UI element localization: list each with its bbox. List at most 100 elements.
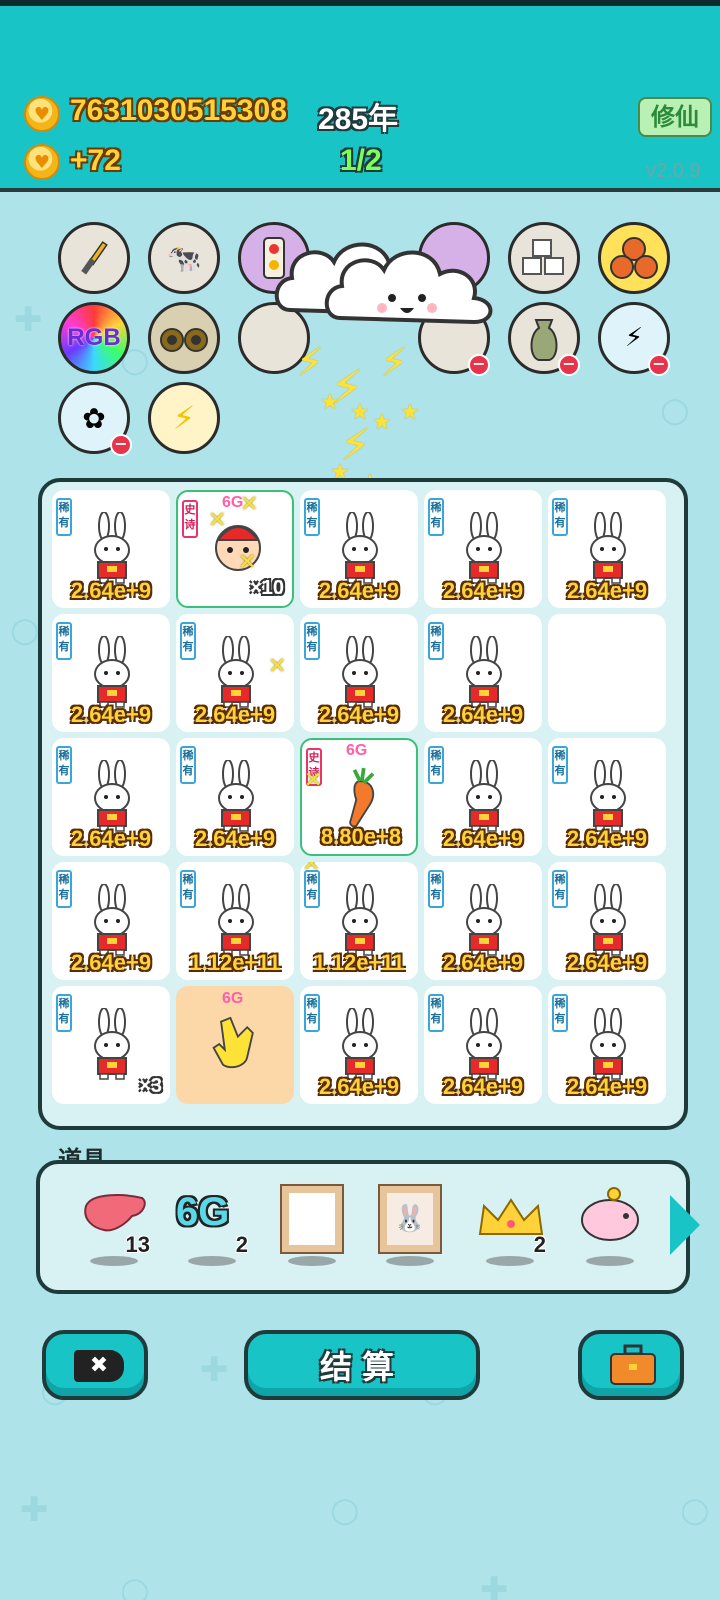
6g-icon: 6G: [176, 1190, 230, 1234]
bunny-icon: [210, 635, 262, 708]
stage-progress: 1/2: [340, 144, 382, 177]
bunny-icon: [334, 511, 386, 584]
bunny-cell[interactable]: 稀有 2.64e+9: [548, 986, 666, 1104]
bunny-cell[interactable]: 稀有 1.12e+11: [176, 862, 294, 980]
bunny-icon: [86, 635, 138, 708]
settle-button[interactable]: 结算: [244, 1330, 480, 1400]
income-coin-icon: ♥: [24, 144, 60, 180]
cell-value: 8.80e+8: [320, 824, 402, 849]
piggy-bank-item[interactable]: [566, 1178, 656, 1278]
item-shadow: [288, 1256, 336, 1266]
bunny-cell[interactable]: 稀有 2.64e+9: [52, 862, 170, 980]
tap-hand-cell[interactable]: 6G: [176, 986, 294, 1104]
bunny-icon: [86, 511, 138, 584]
basketballs-relic[interactable]: [598, 222, 670, 294]
discard-button[interactable]: ✖: [42, 1330, 148, 1400]
bunny-cell[interactable]: 稀有 2.64e+9: [52, 490, 170, 608]
cell-value: 1.12e+11: [313, 950, 405, 975]
cell-value: 2.64e+9: [318, 702, 400, 727]
cell-value: 2.64e+9: [194, 702, 276, 727]
remove-relic-button[interactable]: −: [558, 354, 580, 376]
flower-icon: ✿: [82, 401, 106, 435]
sugar-cubes-relic[interactable]: [508, 222, 580, 294]
binoculars-relic[interactable]: [148, 302, 220, 374]
bunny-cell[interactable]: 稀有 2.64e+9: [424, 986, 542, 1104]
bunny-cell[interactable]: 稀有 2.64e+9: [300, 614, 418, 732]
close-icon: ✖: [74, 1350, 124, 1382]
cell-value: 1.12e+11: [189, 950, 281, 975]
bunny-cell[interactable]: 稀有 2.64e+9: [176, 738, 294, 856]
bunny-cell[interactable]: 稀有 2.64e+9: [52, 738, 170, 856]
pointing-hand-icon: [212, 1016, 254, 1069]
6g-badge: 6G: [222, 990, 244, 1007]
settle-label: 结算: [319, 1348, 404, 1386]
rarity-tag: 稀有: [552, 746, 568, 784]
boy-epic-cell[interactable]: 史诗 ✕ ✕ ✕ 6G ×10: [176, 490, 294, 608]
poster-item[interactable]: 🐰: [366, 1178, 456, 1278]
top-bar: ♥ 7631030515308 285年 ♥ +72 1/2 修仙 v2.0.9: [0, 0, 720, 192]
rarity-tag: 稀有: [428, 622, 444, 660]
income-rate: +72: [70, 144, 121, 177]
bunny-cell[interactable]: 稀有 2.64e+9: [424, 614, 542, 732]
cell-value: 2.64e+9: [70, 950, 152, 975]
cell-value: 2.64e+9: [566, 578, 648, 603]
backpack-button[interactable]: [578, 1330, 684, 1400]
bunny-icon: [582, 883, 634, 956]
bunny-cell[interactable]: 稀有 2.64e+9: [300, 490, 418, 608]
bunny-cell[interactable]: 稀有 2.64e+9: [424, 490, 542, 608]
6g-item[interactable]: 6G 2: [168, 1178, 258, 1278]
rarity-tag: 稀有: [180, 622, 196, 660]
rarity-tag: 稀有: [428, 498, 444, 536]
remove-relic-button[interactable]: −: [468, 354, 490, 376]
rgb-relic[interactable]: RGB: [58, 302, 130, 374]
cell-value: 2.64e+9: [442, 1074, 524, 1099]
cow-icon: 🐄: [166, 241, 202, 275]
remove-relic-button[interactable]: −: [110, 434, 132, 456]
screwdriver-relic[interactable]: [58, 222, 130, 294]
bunny-cell[interactable]: 稀有 2.64e+9: [52, 614, 170, 732]
carrot-epic-cell[interactable]: 史诗 6G ✕ 8.80e+8: [300, 738, 418, 856]
coin-total: 7631030515308: [70, 94, 287, 127]
bunny-cell[interactable]: 稀有 2.64e+9 ✕: [176, 614, 294, 732]
crown-item[interactable]: 2: [466, 1178, 556, 1278]
cell-value: 2.64e+9: [318, 1074, 400, 1099]
bolt-relic[interactable]: ⚡: [148, 382, 220, 454]
rarity-tag: 稀有: [428, 870, 444, 908]
bunny-icon: [334, 1007, 386, 1080]
6g-badge: 6G: [222, 494, 244, 511]
xiuxian-button[interactable]: 修仙: [638, 97, 712, 137]
lightning-icon: ⚡: [624, 323, 644, 353]
liver-item[interactable]: 13: [70, 1178, 160, 1278]
bunny-cell[interactable]: 稀有 1.12e+11 ✕: [300, 862, 418, 980]
cell-value: 2.64e+9: [566, 950, 648, 975]
bunny-icon: [86, 759, 138, 832]
bunny-cell[interactable]: 稀有 2.64e+9: [548, 490, 666, 608]
bunny-cell[interactable]: 稀有 2.64e+9: [548, 862, 666, 980]
empty-cell[interactable]: [548, 614, 666, 732]
remove-relic-button[interactable]: −: [648, 354, 670, 376]
cloud-icon: [274, 242, 493, 325]
cows-relic[interactable]: 🐄: [148, 222, 220, 294]
rarity-tag: 稀有: [304, 994, 320, 1032]
bunny-icon: [458, 1007, 510, 1080]
rarity-tag: 稀有: [56, 994, 72, 1032]
rarity-tag: 稀有: [428, 994, 444, 1032]
year-counter: 285年: [318, 103, 399, 136]
binoculars-icon: [160, 328, 208, 352]
bunny-cell[interactable]: 稀有 2.64e+9: [424, 738, 542, 856]
item-shadow: [386, 1256, 434, 1266]
rarity-tag: 稀有: [304, 622, 320, 660]
cell-value: 2.64e+9: [70, 826, 152, 851]
cell-value: 2.64e+9: [194, 826, 276, 851]
bunny-cell[interactable]: 稀有 2.64e+9: [548, 738, 666, 856]
frame-item[interactable]: [268, 1178, 358, 1278]
piggy-bank-icon: [581, 1187, 639, 1241]
items-next-arrow-icon[interactable]: [670, 1195, 700, 1255]
bunny-cell[interactable]: 稀有 2.64e+9: [424, 862, 542, 980]
bunny-cell[interactable]: 稀有 2.64e+9: [300, 986, 418, 1104]
bunny-icon: [334, 635, 386, 708]
rarity-tag: 稀有: [180, 870, 196, 908]
rarity-tag: 稀有: [428, 746, 444, 784]
cell-value: 2.64e+9: [442, 578, 524, 603]
bunny-cell[interactable]: 稀有 ×3: [52, 986, 170, 1104]
